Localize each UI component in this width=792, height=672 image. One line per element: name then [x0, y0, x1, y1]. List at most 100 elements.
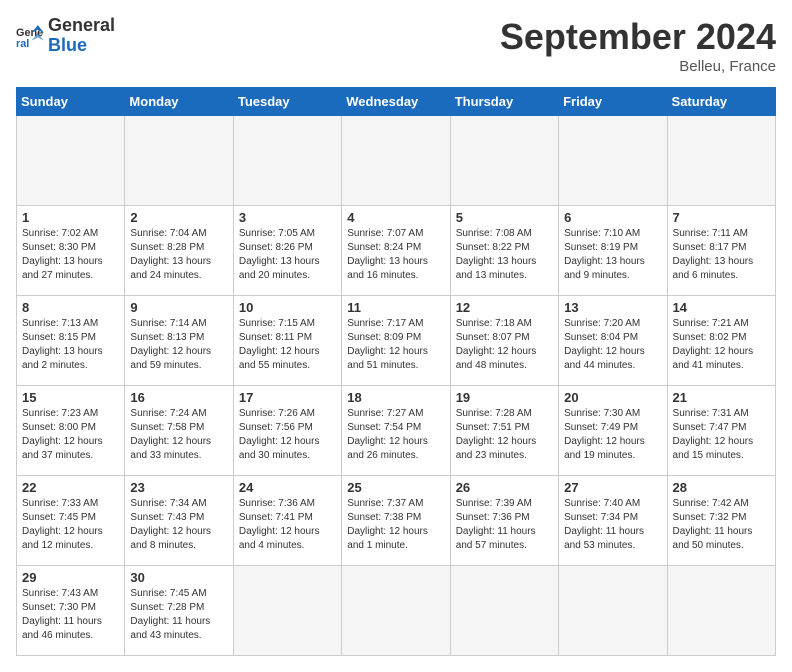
day-info: Sunrise: 7:08 AMSunset: 8:22 PMDaylight:… [456, 227, 553, 283]
calendar-week-4: 22Sunrise: 7:33 AMSunset: 7:45 PMDayligh… [17, 476, 776, 566]
day-info: Sunrise: 7:34 AMSunset: 7:43 PMDaylight:… [130, 497, 227, 553]
day-info: Sunrise: 7:07 AMSunset: 8:24 PMDaylight:… [347, 227, 444, 283]
weekday-header-row: SundayMondayTuesdayWednesdayThursdayFrid… [17, 88, 776, 116]
day-number: 25 [347, 480, 444, 495]
day-number: 2 [130, 210, 227, 225]
calendar-cell: 17 Sunrise: 7:26 AMSunset: 7:56 PMDayligh… [233, 386, 341, 476]
day-number: 27 [564, 480, 661, 495]
day-number: 6 [564, 210, 661, 225]
calendar-cell: 30 Sunrise: 7:45 AMSunset: 7:28 PMDayligh… [125, 566, 233, 656]
calendar-cell: 15Sunrise: 7:23 AMSunset: 8:00 PMDayligh… [17, 386, 125, 476]
day-info: Sunrise: 7:02 AMSunset: 8:30 PMDaylight:… [22, 227, 119, 283]
calendar-cell: 2 Sunrise: 7:04 AMSunset: 8:28 PMDaylight… [125, 206, 233, 296]
calendar-cell: 7Sunrise: 7:11 AMSunset: 8:17 PMDaylight… [667, 206, 775, 296]
day-number: 5 [456, 210, 553, 225]
calendar-cell: 8 Sunrise: 7:13 AMSunset: 8:15 PMDaylight… [17, 296, 125, 386]
calendar-week-1: 1 Sunrise: 7:02 AMSunset: 8:30 PMDaylight… [17, 206, 776, 296]
day-number: 30 [130, 570, 227, 585]
day-number: 11 [347, 300, 444, 315]
day-number: 21 [673, 390, 770, 405]
day-info: Sunrise: 7:17 AMSunset: 8:09 PMDaylight:… [347, 317, 444, 373]
calendar-cell [342, 566, 450, 656]
calendar-week-3: 15Sunrise: 7:23 AMSunset: 8:00 PMDayligh… [17, 386, 776, 476]
day-info: Sunrise: 7:24 AMSunset: 7:58 PMDaylight:… [130, 407, 227, 463]
logo-blue: Blue [48, 36, 115, 56]
day-info: Sunrise: 7:39 AMSunset: 7:36 PMDaylight:… [456, 497, 553, 553]
calendar-cell [17, 116, 125, 206]
logo-general: General [48, 15, 115, 35]
calendar-cell: 25 Sunrise: 7:37 AMSunset: 7:38 PMDayligh… [342, 476, 450, 566]
day-info: Sunrise: 7:18 AMSunset: 8:07 PMDaylight:… [456, 317, 553, 373]
day-number: 15 [22, 390, 119, 405]
calendar-cell [667, 116, 775, 206]
day-info: Sunrise: 7:13 AMSunset: 8:15 PMDaylight:… [22, 317, 119, 373]
calendar-cell [450, 116, 558, 206]
day-info: Sunrise: 7:20 AMSunset: 8:04 PMDaylight:… [564, 317, 661, 373]
day-number: 1 [22, 210, 119, 225]
calendar-cell [559, 566, 667, 656]
calendar-cell: 9Sunrise: 7:14 AMSunset: 8:13 PMDaylight… [125, 296, 233, 386]
day-number: 17 [239, 390, 336, 405]
day-info: Sunrise: 7:05 AMSunset: 8:26 PMDaylight:… [239, 227, 336, 283]
calendar-cell: 19 Sunrise: 7:28 AMSunset: 7:51 PMDayligh… [450, 386, 558, 476]
day-number: 19 [456, 390, 553, 405]
calendar-cell [559, 116, 667, 206]
day-info: Sunrise: 7:21 AMSunset: 8:02 PMDaylight:… [673, 317, 770, 373]
day-number: 8 [22, 300, 119, 315]
day-info: Sunrise: 7:15 AMSunset: 8:11 PMDaylight:… [239, 317, 336, 373]
calendar-cell: 26 Sunrise: 7:39 AMSunset: 7:36 PMDayligh… [450, 476, 558, 566]
weekday-header-tuesday: Tuesday [233, 88, 341, 116]
calendar-cell: 18Sunrise: 7:27 AMSunset: 7:54 PMDayligh… [342, 386, 450, 476]
day-number: 29 [22, 570, 119, 585]
calendar-week-5: 29 Sunrise: 7:43 AMSunset: 7:30 PMDayligh… [17, 566, 776, 656]
logo: Gene ral General Blue [16, 16, 115, 56]
day-number: 14 [673, 300, 770, 315]
day-info: Sunrise: 7:28 AMSunset: 7:51 PMDaylight:… [456, 407, 553, 463]
calendar-cell: 10 Sunrise: 7:15 AMSunset: 8:11 PMDayligh… [233, 296, 341, 386]
calendar-cell: 11 Sunrise: 7:17 AMSunset: 8:09 PMDayligh… [342, 296, 450, 386]
day-info: Sunrise: 7:26 AMSunset: 7:56 PMDaylight:… [239, 407, 336, 463]
day-info: Sunrise: 7:30 AMSunset: 7:49 PMDaylight:… [564, 407, 661, 463]
weekday-header-saturday: Saturday [667, 88, 775, 116]
calendar-cell: 1 Sunrise: 7:02 AMSunset: 8:30 PMDaylight… [17, 206, 125, 296]
calendar-cell: 23Sunrise: 7:34 AMSunset: 7:43 PMDayligh… [125, 476, 233, 566]
calendar-cell [667, 566, 775, 656]
day-number: 12 [456, 300, 553, 315]
title-block: September 2024 Belleu, France [500, 16, 776, 75]
calendar-cell: 27 Sunrise: 7:40 AMSunset: 7:34 PMDayligh… [559, 476, 667, 566]
weekday-header-thursday: Thursday [450, 88, 558, 116]
calendar-cell [125, 116, 233, 206]
day-info: Sunrise: 7:04 AMSunset: 8:28 PMDaylight:… [130, 227, 227, 283]
calendar-cell: 20Sunrise: 7:30 AMSunset: 7:49 PMDayligh… [559, 386, 667, 476]
calendar-cell [233, 566, 341, 656]
calendar-week-2: 8 Sunrise: 7:13 AMSunset: 8:15 PMDaylight… [17, 296, 776, 386]
day-info: Sunrise: 7:11 AMSunset: 8:17 PMDaylight:… [673, 227, 770, 283]
calendar-cell: 29 Sunrise: 7:43 AMSunset: 7:30 PMDayligh… [17, 566, 125, 656]
weekday-header-friday: Friday [559, 88, 667, 116]
day-info: Sunrise: 7:10 AMSunset: 8:19 PMDaylight:… [564, 227, 661, 283]
calendar-cell: 14 Sunrise: 7:21 AMSunset: 8:02 PMDayligh… [667, 296, 775, 386]
day-number: 9 [130, 300, 227, 315]
day-number: 4 [347, 210, 444, 225]
day-number: 18 [347, 390, 444, 405]
day-number: 10 [239, 300, 336, 315]
day-number: 24 [239, 480, 336, 495]
logo-icon: Gene ral [16, 22, 44, 50]
day-info: Sunrise: 7:45 AMSunset: 7:28 PMDaylight:… [130, 587, 227, 643]
calendar-cell: 22Sunrise: 7:33 AMSunset: 7:45 PMDayligh… [17, 476, 125, 566]
calendar-cell: 12 Sunrise: 7:18 AMSunset: 8:07 PMDayligh… [450, 296, 558, 386]
day-number: 13 [564, 300, 661, 315]
calendar-week-0 [17, 116, 776, 206]
page-header: Gene ral General Blue September 2024 Bel… [16, 16, 776, 75]
day-info: Sunrise: 7:36 AMSunset: 7:41 PMDaylight:… [239, 497, 336, 553]
day-info: Sunrise: 7:37 AMSunset: 7:38 PMDaylight:… [347, 497, 444, 553]
day-number: 26 [456, 480, 553, 495]
calendar-cell [233, 116, 341, 206]
calendar-cell: 16Sunrise: 7:24 AMSunset: 7:58 PMDayligh… [125, 386, 233, 476]
calendar-cell: 4 Sunrise: 7:07 AMSunset: 8:24 PMDaylight… [342, 206, 450, 296]
day-info: Sunrise: 7:43 AMSunset: 7:30 PMDaylight:… [22, 587, 119, 643]
day-info: Sunrise: 7:42 AMSunset: 7:32 PMDaylight:… [673, 497, 770, 553]
calendar-cell: 13 Sunrise: 7:20 AMSunset: 8:04 PMDayligh… [559, 296, 667, 386]
day-info: Sunrise: 7:40 AMSunset: 7:34 PMDaylight:… [564, 497, 661, 553]
calendar-cell: 3Sunrise: 7:05 AMSunset: 8:26 PMDaylight… [233, 206, 341, 296]
